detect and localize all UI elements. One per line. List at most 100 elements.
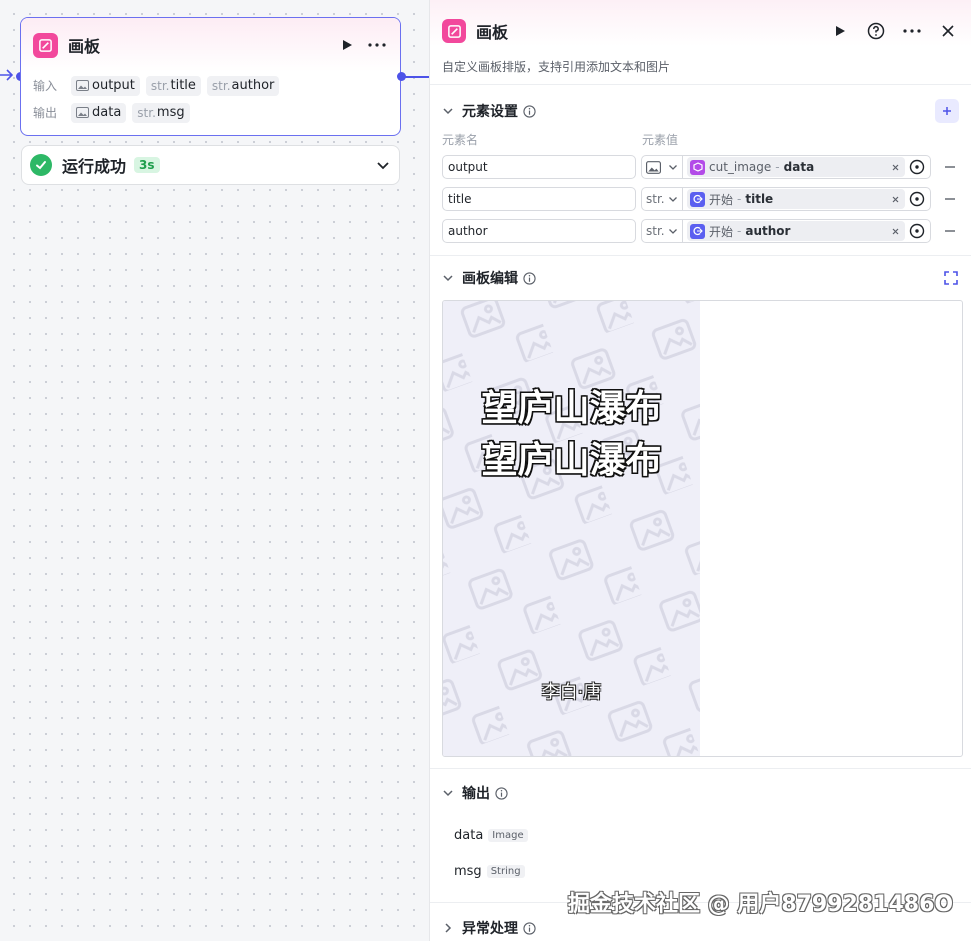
run-status-card[interactable]: 运行成功 3s <box>21 145 400 185</box>
info-icon[interactable] <box>495 786 508 800</box>
input-name: title <box>170 78 196 93</box>
output-item: msg String <box>430 853 971 889</box>
section-title: 画板编辑 <box>462 271 518 287</box>
panel-run-button[interactable] <box>829 20 851 42</box>
poster-author[interactable]: 李白·唐 <box>443 678 700 704</box>
element-row: str. 开始 - title <box>430 183 971 215</box>
reference-chip[interactable]: 开始 - title <box>687 189 905 209</box>
reference-field: data <box>783 160 815 174</box>
section-title: 输出 <box>462 786 490 802</box>
clear-reference-button[interactable] <box>888 192 902 206</box>
node-outputs-row: 输出 data str. msg <box>21 99 400 126</box>
reference-field: author <box>745 224 791 238</box>
poster-title-line[interactable]: 望庐山瀑布 <box>443 431 700 483</box>
input-name: author <box>231 78 275 93</box>
output-chip-msg: str. msg <box>132 102 190 123</box>
cube-icon <box>690 159 705 175</box>
remove-element-button[interactable] <box>941 222 959 240</box>
output-type: str. <box>137 105 156 120</box>
chevron-down-icon[interactable] <box>375 157 391 173</box>
element-value-box[interactable]: cut_image - data <box>683 155 931 179</box>
input-label: 输入 <box>33 79 58 93</box>
input-name: output <box>92 78 135 93</box>
output-section-header[interactable]: 输出 <box>430 769 971 817</box>
element-value-box[interactable]: 开始 - author <box>683 219 931 243</box>
help-button[interactable] <box>865 20 887 42</box>
run-button[interactable] <box>336 34 358 56</box>
expand-icon[interactable] <box>943 270 959 286</box>
poster-artboard[interactable]: 望庐山瀑布 望庐山瀑布 李白·唐 <box>443 301 700 756</box>
canvas-node-card[interactable]: 画板 输入 output str. title str. author 输出 d… <box>20 17 401 136</box>
image-icon <box>646 160 661 174</box>
element-type-select[interactable]: str. <box>641 187 683 211</box>
reference-separator: - <box>775 160 780 174</box>
output-section: 输出 data Image msg String <box>430 769 971 903</box>
element-type-select[interactable]: str. <box>641 219 683 243</box>
element-type-select[interactable] <box>641 155 683 179</box>
element-row: str. 开始 - author <box>430 215 971 247</box>
node-title: 画板 <box>68 37 101 56</box>
output-item-type: String <box>486 864 525 878</box>
minus-icon <box>945 230 955 232</box>
canvas-node-icon <box>33 32 58 58</box>
elements-section: 元素设置 元素名 元素值 cut_image - <box>430 85 971 256</box>
poster-title-line[interactable]: 望庐山瀑布 <box>443 379 700 431</box>
element-name-input[interactable] <box>442 219 636 243</box>
canvas-edit-section-header[interactable]: 画板编辑 <box>430 256 971 300</box>
info-icon[interactable] <box>523 271 536 285</box>
element-row: cut_image - data <box>430 151 971 183</box>
more-button[interactable] <box>366 34 388 56</box>
chevron-down-icon <box>443 108 453 115</box>
minus-icon <box>945 198 955 200</box>
chevron-down-icon <box>669 165 677 170</box>
reference-source: 开始 <box>709 224 734 239</box>
more-icon <box>903 29 921 33</box>
element-type-value: str. <box>646 224 665 238</box>
play-icon <box>343 40 352 50</box>
outgoing-edge <box>405 76 429 78</box>
target-icon[interactable] <box>908 190 926 208</box>
panel-title: 画板 <box>476 23 509 42</box>
output-label: 输出 <box>33 106 58 120</box>
play-icon <box>836 26 845 36</box>
elements-section-header[interactable]: 元素设置 <box>430 85 971 137</box>
reference-separator: - <box>737 224 742 238</box>
element-name-input[interactable] <box>442 187 636 211</box>
panel-header: 画板 自定义画板排版，支持引用添加文本和图片 <box>430 0 971 85</box>
info-icon[interactable] <box>523 104 536 118</box>
watermark: 掘金技术社区 @ 用户8799281486O <box>568 892 954 917</box>
add-element-button[interactable] <box>935 99 959 123</box>
target-icon[interactable] <box>908 158 926 176</box>
reference-chip[interactable]: cut_image - data <box>687 157 905 177</box>
help-icon <box>867 22 885 40</box>
reference-field: title <box>745 192 774 206</box>
element-value-box[interactable]: 开始 - title <box>683 187 931 211</box>
clear-reference-button[interactable] <box>888 160 902 174</box>
input-chip-title: str. title <box>145 75 201 96</box>
chevron-down-icon <box>443 275 453 282</box>
panel-more-button[interactable] <box>901 20 923 42</box>
column-value-header: 元素值 <box>642 133 679 147</box>
close-button[interactable] <box>937 20 959 42</box>
output-item: data Image <box>430 817 971 853</box>
image-icon <box>76 107 89 118</box>
output-name: data <box>92 105 122 120</box>
target-icon[interactable] <box>908 222 926 240</box>
chevron-right-icon <box>445 923 452 933</box>
info-icon[interactable] <box>523 921 536 935</box>
close-icon <box>942 25 954 37</box>
reference-chip[interactable]: 开始 - author <box>687 221 905 241</box>
column-name-header: 元素名 <box>442 133 479 147</box>
chevron-down-icon <box>669 197 677 202</box>
remove-element-button[interactable] <box>941 190 959 208</box>
elements-column-header: 元素名 元素值 <box>430 131 971 151</box>
canvas-preview[interactable]: 望庐山瀑布 望庐山瀑布 李白·唐 <box>442 300 963 757</box>
remove-element-button[interactable] <box>941 158 959 176</box>
element-name-input[interactable] <box>442 155 636 179</box>
clear-reference-button[interactable] <box>888 224 902 238</box>
start-node-icon <box>690 191 705 207</box>
output-chip-data: data <box>71 102 127 123</box>
close-icon <box>892 196 898 202</box>
chevron-down-icon <box>669 229 677 234</box>
element-type-value: str. <box>646 192 665 206</box>
